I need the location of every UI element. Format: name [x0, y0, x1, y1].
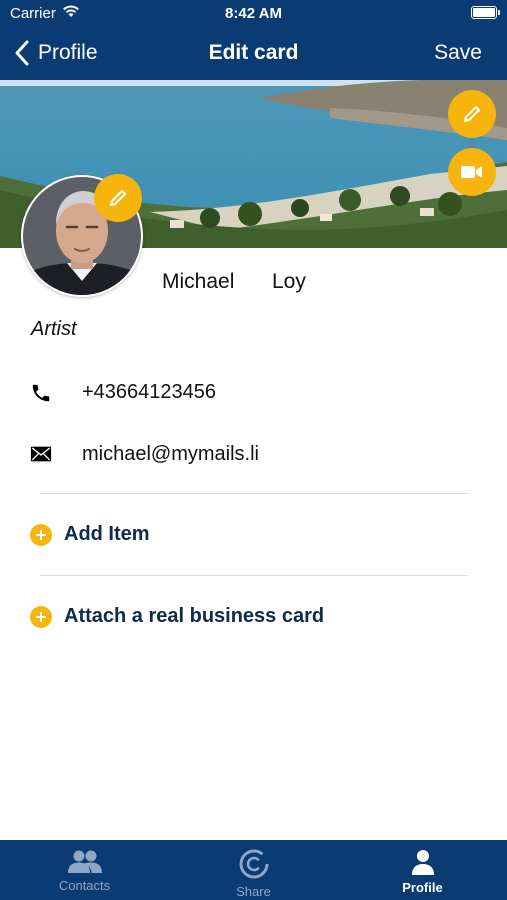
- contacts-icon: [67, 850, 102, 873]
- attach-business-card-label: Attach a real business card: [64, 605, 325, 627]
- video-button[interactable]: [448, 148, 496, 196]
- attach-business-card-button[interactable]: Attach a real business card: [30, 605, 324, 628]
- edit-avatar-button[interactable]: [94, 174, 142, 222]
- navigation-bar: Carrier 8:42 AM Profile Edit card Save: [0, 0, 507, 80]
- first-name-field[interactable]: Michael: [162, 270, 234, 294]
- pencil-icon: [110, 190, 126, 206]
- video-camera-icon: [461, 166, 482, 178]
- tab-bar: Contacts Share Profile: [0, 840, 507, 900]
- tab-share[interactable]: Share: [169, 840, 338, 900]
- email-field[interactable]: michael@mymails.li: [82, 443, 259, 466]
- tab-contacts[interactable]: Contacts: [0, 840, 169, 900]
- profile-icon: [411, 850, 434, 875]
- role-field[interactable]: Artist: [31, 318, 77, 341]
- edit-cover-button[interactable]: [448, 90, 496, 138]
- tab-profile-label: Profile: [402, 880, 443, 895]
- page-title: Edit card: [208, 41, 299, 64]
- divider: [40, 575, 468, 576]
- envelope-icon: [30, 446, 52, 462]
- tab-share-label: Share: [236, 884, 271, 899]
- battery-icon: [471, 6, 500, 19]
- phone-icon: [32, 384, 50, 402]
- last-name-field[interactable]: Loy: [272, 270, 306, 294]
- tab-profile[interactable]: Profile: [338, 840, 507, 900]
- pencil-icon: [464, 106, 480, 122]
- status-bar: Carrier 8:42 AM: [0, 0, 507, 28]
- plus-circle-icon: [30, 605, 52, 628]
- plus-circle-icon: [30, 523, 52, 546]
- tab-contacts-label: Contacts: [58, 878, 111, 893]
- add-item-label: Add Item: [64, 523, 150, 545]
- status-time: 8:42 AM: [225, 5, 282, 22]
- phone-field[interactable]: +43664123456: [82, 381, 216, 404]
- share-icon: [239, 849, 268, 879]
- add-item-button[interactable]: Add Item: [30, 523, 150, 546]
- save-button[interactable]: Save: [434, 41, 482, 65]
- divider: [40, 493, 468, 494]
